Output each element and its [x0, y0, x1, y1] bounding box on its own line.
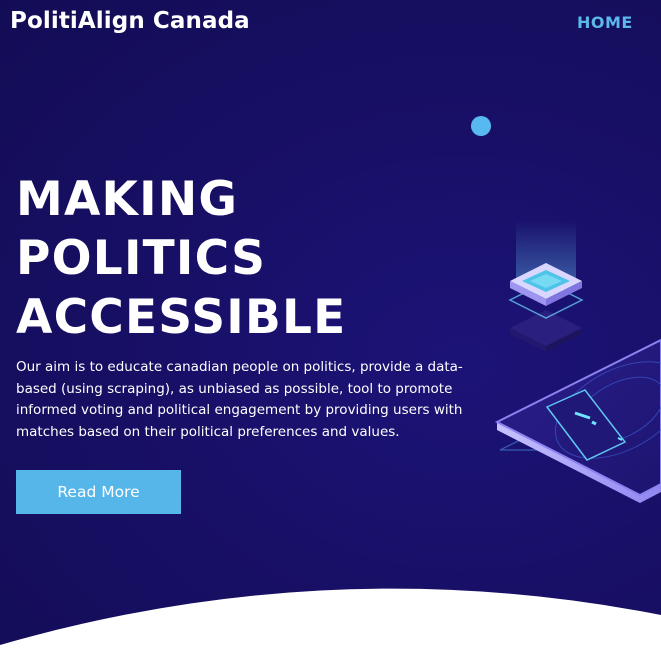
stacked-tiles-icon [508, 263, 584, 352]
floating-dot-icon [471, 116, 491, 136]
phone-device-icon [494, 338, 661, 503]
read-more-button[interactable]: Read More [16, 470, 181, 514]
hero-title-line-1: MAKING [16, 172, 239, 227]
hero-title-line-2: POLITICS [16, 231, 267, 286]
isometric-phone-icon [471, 116, 661, 503]
hero-title: MAKING POLITICS ACCESSIBLE [16, 170, 346, 347]
hero-bottom-curve [0, 588, 661, 661]
nav-home-link[interactable]: HOME [577, 13, 633, 32]
hero-description: Our aim is to educate canadian people on… [16, 359, 463, 440]
brand-logo[interactable]: PolitiAlign Canada [10, 8, 250, 34]
hero-title-line-3: ACCESSIBLE [16, 290, 347, 345]
